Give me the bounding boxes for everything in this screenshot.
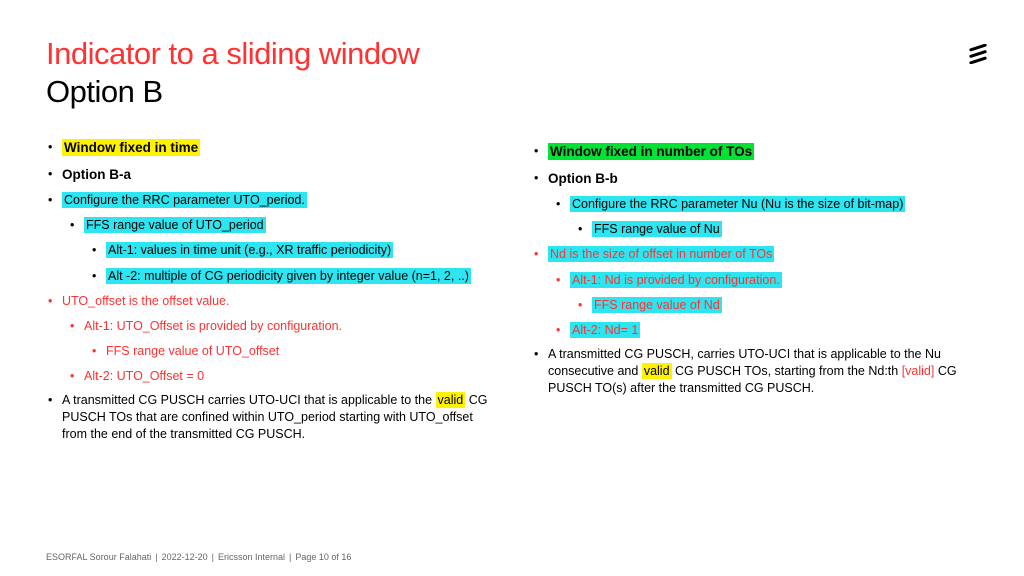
left-heading-2: Option B-a — [46, 165, 492, 185]
ericsson-logo-icon — [968, 44, 988, 64]
list-item: FFS range value of Nd — [576, 296, 978, 314]
list-item: Alt-2: Nd= 1 — [554, 321, 978, 339]
left-heading-1: Window fixed in time — [46, 138, 492, 158]
footer-page: Page 10 of 16 — [295, 552, 351, 562]
footer-date: 2022-12-20 — [162, 552, 208, 562]
slide-title: Indicator to a sliding window — [46, 36, 978, 72]
list-item: FFS range value of UTO_offset — [90, 342, 492, 360]
list-item: Nd is the size of offset in number of TO… — [532, 245, 978, 263]
list-item: Alt -2: multiple of CG periodicity given… — [90, 267, 492, 285]
list-item: Alt-2: UTO_Offset = 0 — [68, 367, 492, 385]
list-item: Configure the RRC parameter Nu (Nu is th… — [554, 195, 978, 213]
slide-subtitle: Option B — [46, 74, 978, 110]
content-columns: Window fixed in time Option B-a Configur… — [46, 138, 978, 450]
list-item: Alt-1: Nd is provided by configuration. — [554, 271, 978, 289]
list-item: Alt-1: UTO_Offset is provided by configu… — [68, 317, 492, 335]
list-item: UTO_offset is the offset value. — [46, 292, 492, 310]
right-heading-2: Option B-b — [532, 169, 978, 189]
left-column: Window fixed in time Option B-a Configur… — [46, 138, 492, 450]
slide: Indicator to a sliding window Option B W… — [0, 0, 1024, 576]
right-paragraph: A transmitted CG PUSCH, carries UTO-UCI … — [532, 346, 978, 397]
slide-footer: ESORFAL Sorour Falahati|2022-12-20|Erics… — [46, 552, 351, 562]
right-heading-1: Window fixed in number of TOs — [532, 142, 978, 162]
left-paragraph: A transmitted CG PUSCH carries UTO-UCI t… — [46, 392, 492, 443]
list-item: Configure the RRC parameter UTO_period. — [46, 191, 492, 209]
list-item: Alt-1: values in time unit (e.g., XR tra… — [90, 241, 492, 259]
list-item: FFS range value of UTO_period — [68, 216, 492, 234]
footer-author: ESORFAL Sorour Falahati — [46, 552, 151, 562]
footer-classification: Ericsson Internal — [218, 552, 285, 562]
list-item: FFS range value of Nu — [576, 220, 978, 238]
right-column: Window fixed in number of TOs Option B-b… — [532, 138, 978, 450]
